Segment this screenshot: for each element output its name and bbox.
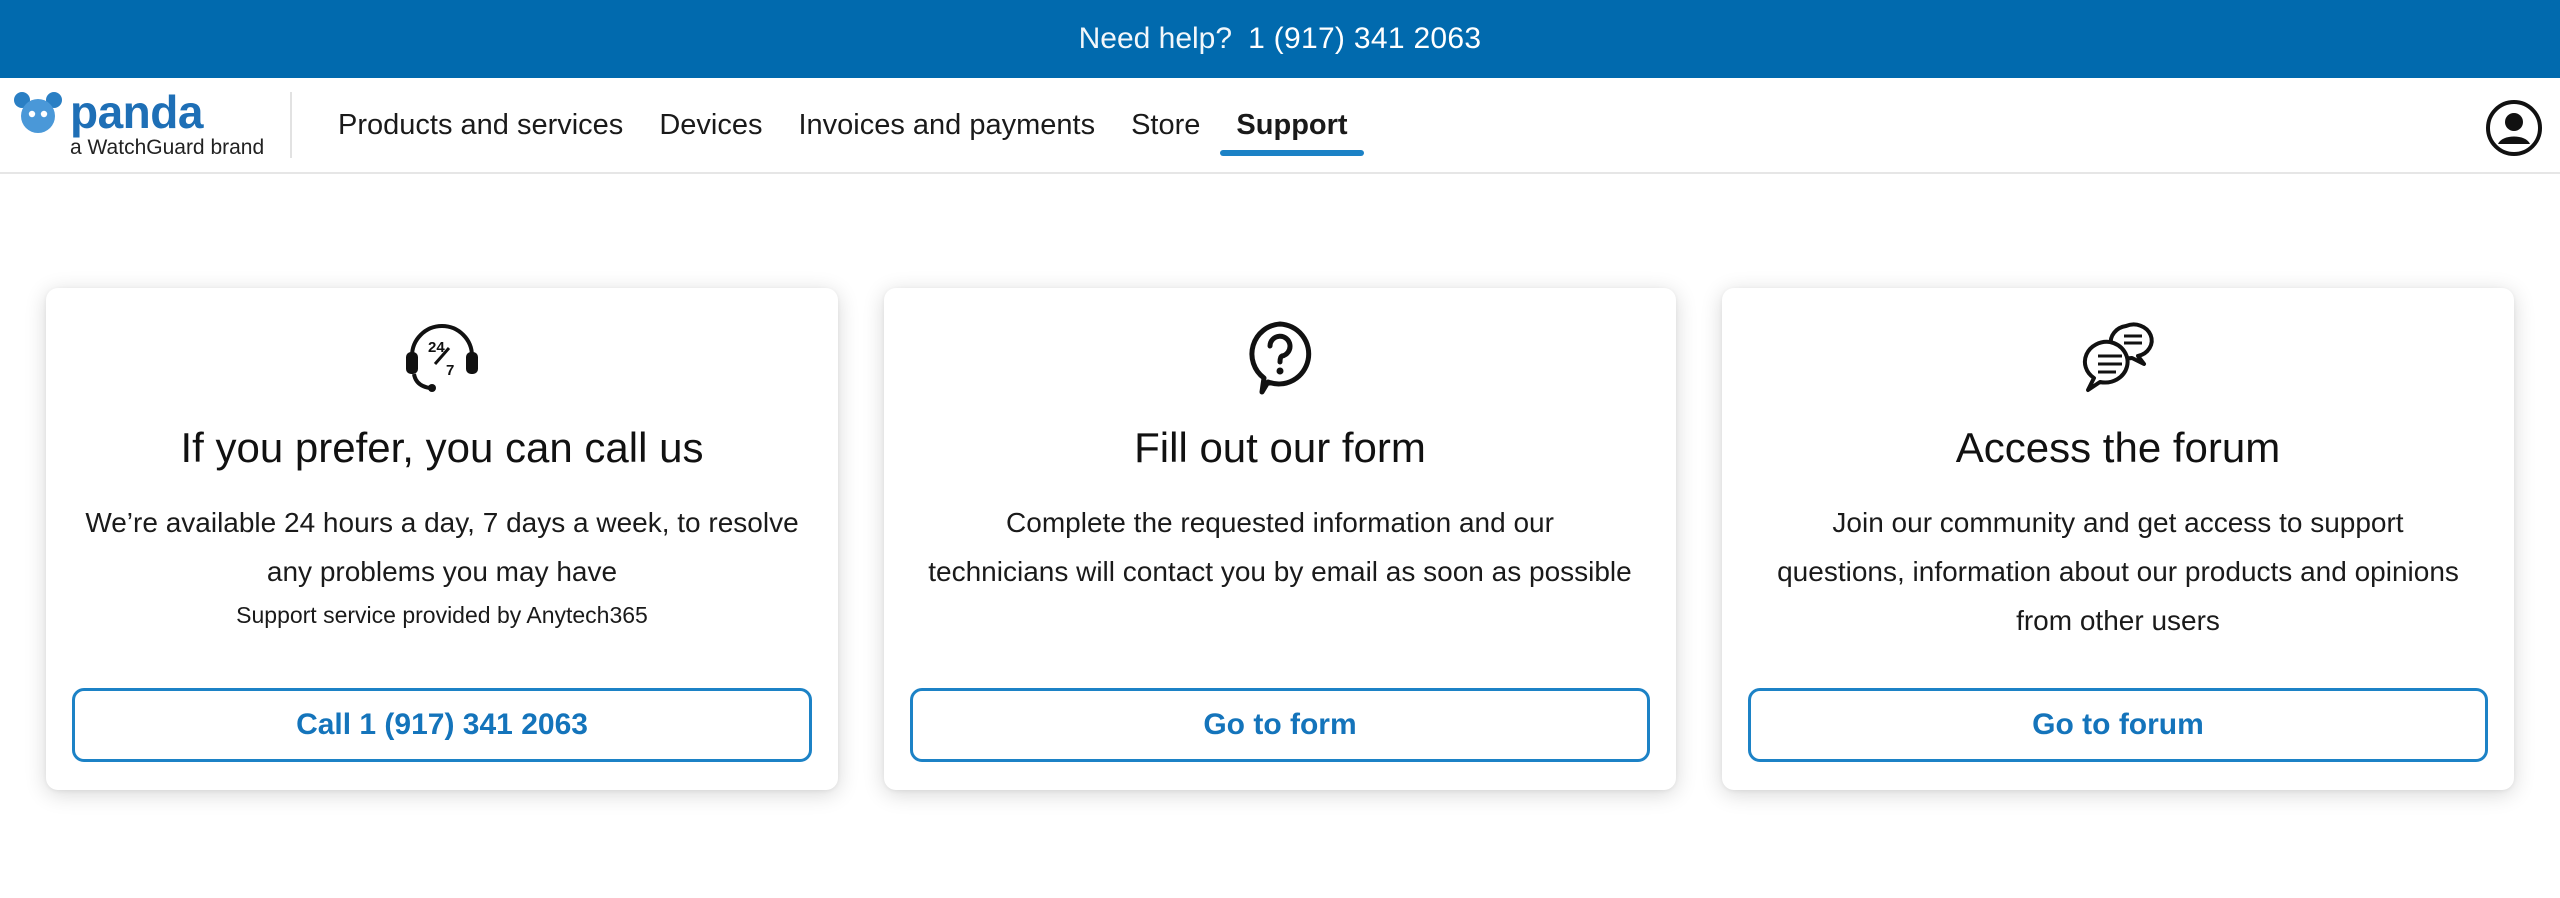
nav-item-support[interactable]: Support — [1220, 78, 1364, 172]
nav-item-devices[interactable]: Devices — [659, 78, 762, 172]
forum-card-description: Join our community and get access to sup… — [1777, 507, 2459, 636]
help-phone-link[interactable]: 1 (917) 341 2063 — [1248, 22, 1481, 56]
brand-tagline: a WatchGuard brand — [70, 136, 265, 159]
call-card: 24 7 If you prefer, you can call us We’r… — [46, 288, 838, 790]
question-bubble-icon — [1238, 316, 1322, 400]
account-button[interactable] — [2486, 100, 2542, 156]
help-banner: Need help? 1 (917) 341 2063 — [0, 0, 2560, 78]
go-to-form-button[interactable]: Go to form — [910, 688, 1650, 762]
brand-logo[interactable]: panda a WatchGuard brand — [12, 86, 270, 160]
form-card: Fill out our form Complete the requested… — [884, 288, 1676, 790]
go-to-forum-button[interactable]: Go to forum — [1748, 688, 2488, 762]
call-card-provider-note: Support service provided by Anytech365 — [236, 602, 648, 628]
svg-text:24: 24 — [428, 339, 445, 356]
headset-24-7-icon: 24 7 — [400, 316, 484, 400]
nav-item-products-and-services[interactable]: Products and services — [338, 78, 623, 172]
main-navbar: panda a WatchGuard brand Products and se… — [0, 78, 2560, 174]
svg-text:7: 7 — [446, 362, 454, 379]
nav-divider — [290, 92, 292, 158]
help-label: Need help? — [1078, 22, 1233, 55]
panda-paw-icon — [14, 92, 62, 133]
forum-card-title: Access the forum — [1955, 424, 2281, 471]
brand-name: panda — [70, 86, 203, 138]
nav-item-store[interactable]: Store — [1131, 78, 1200, 172]
support-options: 24 7 If you prefer, you can call us We’r… — [46, 288, 2514, 790]
nav-item-invoices-and-payments[interactable]: Invoices and payments — [798, 78, 1095, 172]
account-circle-icon — [2486, 100, 2542, 156]
forum-card: Access the forum Join our community and … — [1722, 288, 2514, 790]
call-card-description: We’re available 24 hours a day, 7 days a… — [85, 507, 799, 587]
form-card-title: Fill out our form — [1134, 424, 1426, 471]
chat-bubbles-icon — [2076, 316, 2160, 400]
nav-menu: Products and services Devices Invoices a… — [338, 78, 1384, 172]
form-card-description: Complete the requested information and o… — [928, 507, 1632, 587]
call-card-title: If you prefer, you can call us — [180, 424, 704, 471]
call-button[interactable]: Call 1 (917) 341 2063 — [72, 688, 812, 762]
